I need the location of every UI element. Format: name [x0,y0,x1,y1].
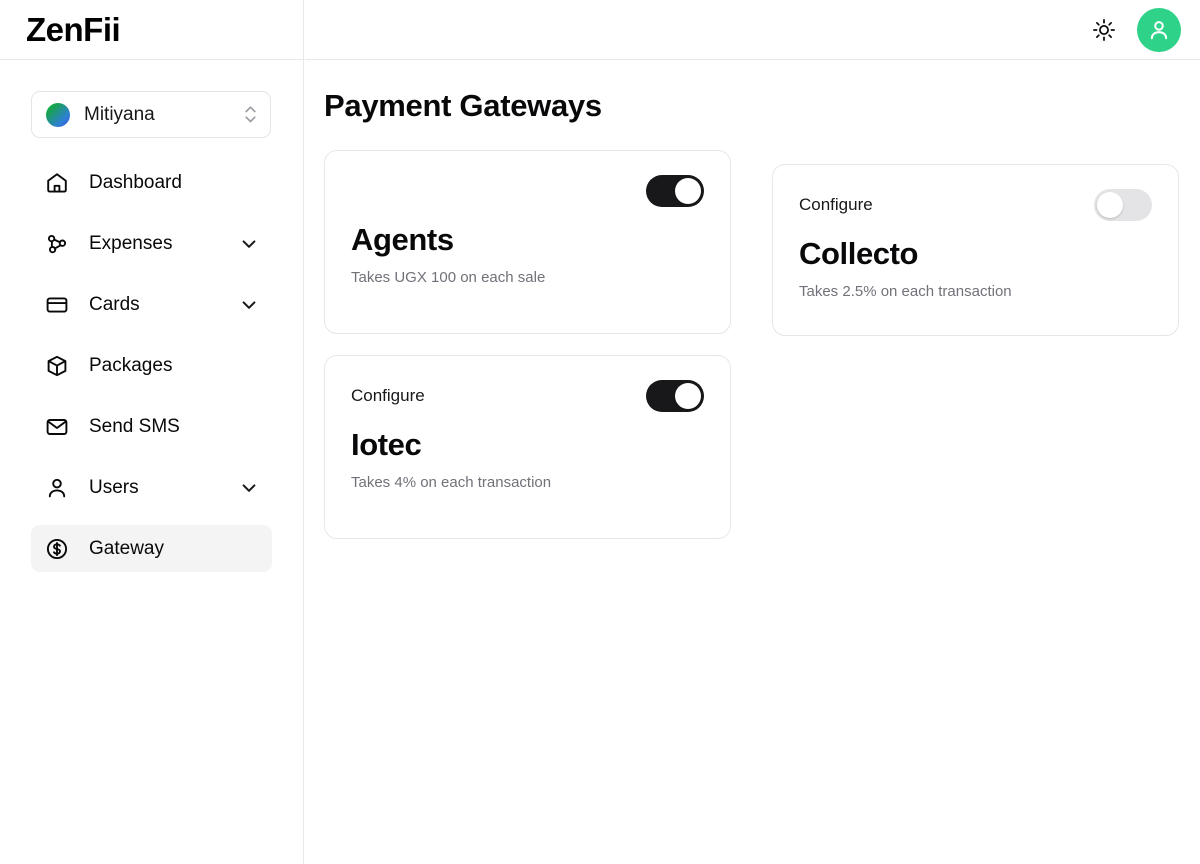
workspace-selector[interactable]: Mitiyana [31,91,271,138]
sidebar-nav: Dashboard Expenses Cards Packages Send S… [0,159,303,586]
gateway-name: Iotec [351,427,422,462]
sidebar-item-users[interactable]: Users [31,464,272,511]
chevron-down-icon[interactable] [240,479,258,497]
sidebar: ZenF ii Mitiyana Dashboard Expenses Card… [0,0,304,864]
sidebar-item-label: Gateway [89,537,164,559]
top-bar [305,0,1200,60]
credit-card-icon [44,292,70,318]
configure-link[interactable]: Configure [799,195,873,215]
app-root: ZenF ii Mitiyana Dashboard Expenses Card… [0,0,1200,864]
sidebar-item-label: Cards [89,293,140,315]
sidebar-item-expenses[interactable]: Expenses [31,220,272,267]
card-header: Configure [799,165,1152,237]
brand-bar: ZenF ii [0,0,303,60]
logo-text-dotted-wrap: ii [102,11,121,48]
sidebar-item-send-sms[interactable]: Send SMS [31,403,272,450]
gateway-toggle[interactable] [646,380,704,412]
chevron-down-icon[interactable] [240,235,258,253]
workspace-avatar-icon [46,102,70,127]
card-header: Configure [351,356,704,428]
gateway-card-iotec[interactable]: Configure Iotec Takes 4% on each transac… [324,355,731,539]
user-avatar-icon[interactable] [1137,7,1181,52]
user-icon [44,475,70,501]
package-icon [44,353,70,379]
card-header: Configure [351,151,704,223]
gateway-fee-description: Takes 2.5% on each transaction [799,283,1012,301]
home-icon [44,170,70,196]
page-title: Payment Gateways [324,88,602,123]
gateway-card-collecto[interactable]: Configure Collecto Takes 2.5% on each tr… [772,164,1179,336]
sidebar-item-label: Dashboard [89,171,182,193]
sidebar-item-gateway[interactable]: Gateway [31,525,272,572]
toggle-knob [675,383,701,409]
gateway-card-agents[interactable]: Configure Agents Takes UGX 100 on each s… [324,150,731,334]
chevron-down-icon[interactable] [240,296,258,314]
gateway-fee-description: Takes UGX 100 on each sale [351,269,546,287]
sidebar-item-label: Expenses [89,232,173,254]
chevron-up-down-icon [243,106,257,124]
sidebar-item-label: Send SMS [89,415,180,437]
gateway-fee-description: Takes 4% on each transaction [351,474,552,492]
dollar-circle-icon [44,536,70,562]
main-content: Payment Gateways Configure Agents Takes … [305,0,1200,864]
toggle-knob [1097,192,1123,218]
sidebar-item-dashboard[interactable]: Dashboard [31,159,272,206]
envelope-icon [44,414,70,440]
sidebar-item-label: Packages [89,354,173,376]
logo-text-main: ZenF [26,11,103,48]
gateway-name: Collecto [799,236,919,271]
gateway-toggle[interactable] [646,175,704,207]
sun-icon[interactable] [1091,17,1117,43]
gateway-name: Agents [351,222,454,257]
gateway-toggle[interactable] [1094,189,1152,221]
network-icon [44,231,70,257]
workspace-name: Mitiyana [84,103,155,125]
logo-text-dotted: ii [102,11,121,48]
toggle-knob [675,178,701,204]
sidebar-item-cards[interactable]: Cards [31,281,272,328]
sidebar-item-packages[interactable]: Packages [31,342,272,389]
app-logo[interactable]: ZenF ii [26,11,121,48]
sidebar-item-label: Users [89,476,139,498]
configure-link[interactable]: Configure [351,386,425,406]
